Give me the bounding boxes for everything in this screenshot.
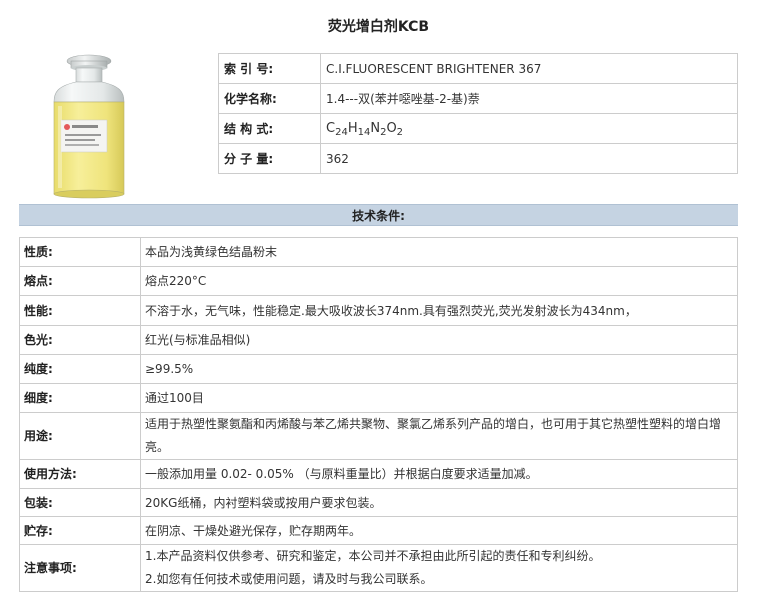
info-value: 362 xyxy=(320,143,738,174)
info-label: 结 构 式: xyxy=(218,113,321,144)
spec-row: 熔点: 熔点220°C xyxy=(19,266,738,296)
spec-value: 熔点220°C xyxy=(140,266,738,296)
spec-value: 在阴凉、干燥处避光保存，贮存期两年。 xyxy=(140,516,738,545)
info-value: 1.4---双(苯并噁唑基-2-基)萘 xyxy=(320,83,738,114)
spec-row: 性质: 本品为浅黄绿色结晶粉末 xyxy=(19,237,738,267)
info-label: 索 引 号: xyxy=(218,53,321,84)
spec-label: 色光: xyxy=(19,325,141,355)
spec-label: 细度: xyxy=(19,383,141,413)
spec-label: 使用方法: xyxy=(19,459,141,489)
spec-row: 贮存: 在阴凉、干燥处避光保存，贮存期两年。 xyxy=(19,516,738,545)
info-row-molecular-weight: 分 子 量: 362 xyxy=(218,143,738,174)
spec-row: 纯度: ≥99.5% xyxy=(19,354,738,384)
spec-row: 细度: 通过100目 xyxy=(19,383,738,413)
spec-label: 熔点: xyxy=(19,266,141,296)
spec-value: ≥99.5% xyxy=(140,354,738,384)
spec-value: 20KG纸桶，内衬塑料袋或按用户要求包装。 xyxy=(140,488,738,517)
spec-row: 色光: 红光(与标准品相似) xyxy=(19,325,738,355)
spec-value: 一般添加用量 0.02- 0.05% （与原料重量比）并根据白度要求适量加减。 xyxy=(140,459,738,489)
spec-row: 使用方法: 一般添加用量 0.02- 0.05% （与原料重量比）并根据白度要求… xyxy=(19,459,738,489)
spec-value: 适用于热塑性聚氨酯和丙烯酸与苯乙烯共聚物、聚氯乙烯系列产品的增白，也可用于其它热… xyxy=(140,412,738,460)
info-label: 分 子 量: xyxy=(218,143,321,174)
note-line: 2.如您有任何技术或使用问题，请及时与我公司联系。 xyxy=(145,572,433,586)
spec-label: 用途: xyxy=(19,412,141,460)
note-line: 1.本产品资料仅供参考、研究和鉴定，本公司并不承担由此所引起的责任和专利纠纷。 xyxy=(145,549,601,563)
product-bottle-image xyxy=(53,54,125,199)
spec-label: 性能: xyxy=(19,295,141,326)
spec-value: 红光(与标准品相似) xyxy=(140,325,738,355)
spec-label: 注意事项: xyxy=(19,544,141,592)
spec-label: 纯度: xyxy=(19,354,141,384)
spec-value: 通过100目 xyxy=(140,383,738,413)
info-value: C.I.FLUORESCENT BRIGHTENER 367 xyxy=(320,53,738,84)
spec-label: 性质: xyxy=(19,237,141,267)
basic-info-table: 索 引 号: C.I.FLUORESCENT BRIGHTENER 367 化学… xyxy=(218,53,738,174)
formula-value: C24H14N2O2 xyxy=(320,113,738,144)
spec-label: 贮存: xyxy=(19,516,141,545)
spec-value-notes: 1.本产品资料仅供参考、研究和鉴定，本公司并不承担由此所引起的责任和专利纠纷。 … xyxy=(140,544,738,592)
spec-row: 包装: 20KG纸桶，内衬塑料袋或按用户要求包装。 xyxy=(19,488,738,517)
info-label: 化学名称: xyxy=(218,83,321,114)
spec-value: 不溶于水，无气味，性能稳定.最大吸收波长374nm.具有强烈荧光,荧光发射波长为… xyxy=(140,295,738,326)
spec-label: 包装: xyxy=(19,488,141,517)
info-row-formula: 结 构 式: C24H14N2O2 xyxy=(218,113,738,144)
page-title: 荧光增白剂KCB xyxy=(327,19,430,35)
spec-value: 本品为浅黄绿色结晶粉末 xyxy=(140,237,738,267)
spec-row: 性能: 不溶于水，无气味，性能稳定.最大吸收波长374nm.具有强烈荧光,荧光发… xyxy=(19,295,738,326)
info-row-chemical-name: 化学名称: 1.4---双(苯并噁唑基-2-基)萘 xyxy=(218,83,738,114)
section-header: 技术条件: xyxy=(19,204,738,226)
spec-table: 性质: 本品为浅黄绿色结晶粉末 熔点: 熔点220°C 性能: 不溶于水，无气味… xyxy=(19,237,738,592)
spec-row: 用途: 适用于热塑性聚氨酯和丙烯酸与苯乙烯共聚物、聚氯乙烯系列产品的增白，也可用… xyxy=(19,412,738,460)
info-row-index: 索 引 号: C.I.FLUORESCENT BRIGHTENER 367 xyxy=(218,53,738,84)
spec-row: 注意事项: 1.本产品资料仅供参考、研究和鉴定，本公司并不承担由此所引起的责任和… xyxy=(19,544,738,592)
